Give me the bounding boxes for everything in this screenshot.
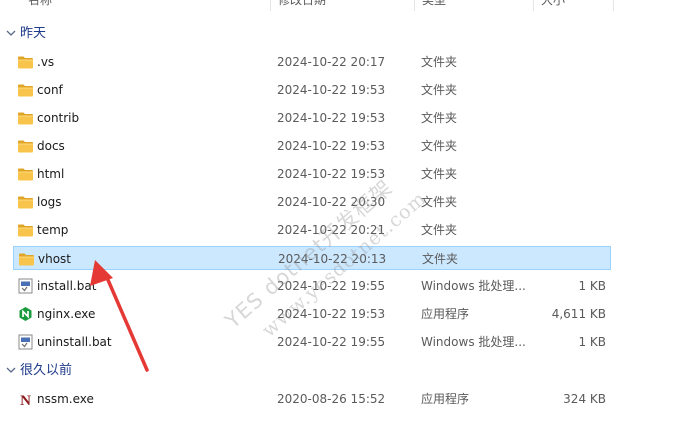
file-type: 文件夹	[421, 139, 458, 153]
file-name: contrib	[37, 111, 80, 125]
file-size: 1 KB	[578, 279, 606, 293]
file-type: Windows 批处理...	[421, 279, 526, 293]
file-row[interactable]: temp 2024-10-22 20:21 文件夹	[13, 218, 611, 242]
column-date-header[interactable]: 修改日期	[270, 0, 326, 9]
file-name: install.bat	[37, 279, 97, 293]
file-name: html	[37, 167, 65, 181]
file-row[interactable]: html 2024-10-22 19:53 文件夹	[13, 162, 611, 186]
batch-file-icon	[17, 278, 34, 294]
file-row[interactable]: logs 2024-10-22 20:30 文件夹	[13, 190, 611, 214]
file-name: vhost	[38, 252, 72, 266]
batch-file-icon	[17, 334, 34, 350]
column-divider[interactable]	[613, 0, 614, 11]
file-row[interactable]: install.bat 2024-10-22 19:55 Windows 批处理..…	[13, 274, 611, 298]
file-date-modified: 2024-10-22 20:13	[278, 252, 387, 266]
file-type: 文件夹	[421, 195, 458, 209]
folder-icon	[17, 222, 34, 238]
group-label: 很久以前	[20, 363, 73, 378]
folder-icon	[17, 138, 34, 154]
file-date-modified: 2024-10-22 19:55	[277, 335, 386, 349]
file-name: logs	[37, 195, 62, 209]
file-date-modified: 2024-10-22 20:17	[277, 55, 386, 69]
file-name: nginx.exe	[37, 307, 96, 321]
group-label: 昨天	[20, 26, 47, 41]
file-type: 文件夹	[421, 111, 458, 125]
file-type: 应用程序	[421, 392, 470, 406]
folder-icon	[17, 82, 34, 98]
file-date-modified: 2024-10-22 20:21	[277, 223, 386, 237]
file-type: 文件夹	[422, 252, 459, 266]
file-row[interactable]: contrib 2024-10-22 19:53 文件夹	[13, 106, 611, 130]
chevron-down-icon[interactable]	[5, 360, 17, 382]
file-row[interactable]: Nnssm.exe 2020-08-26 15:52 应用程序 324 KB	[13, 387, 611, 411]
file-name: temp	[37, 223, 69, 237]
folder-icon	[17, 110, 34, 126]
file-row[interactable]: .vs 2024-10-22 20:17 文件夹	[13, 50, 611, 74]
file-date-modified: 2024-10-22 19:53	[277, 167, 386, 181]
column-size-header[interactable]: 大小	[533, 0, 565, 9]
file-row[interactable]: docs 2024-10-22 19:53 文件夹	[13, 134, 611, 158]
file-row[interactable]: nginx.exe 2024-10-22 19:53 应用程序 4,611 KB	[13, 302, 611, 326]
file-row[interactable]: vhost 2024-10-22 20:13 文件夹	[13, 246, 611, 270]
group-header[interactable]: 很久以前	[0, 360, 600, 382]
column-name-header[interactable]: 名称	[20, 0, 52, 9]
file-name: uninstall.bat	[37, 335, 112, 349]
file-type: Windows 批处理...	[421, 335, 526, 349]
file-size: 1 KB	[578, 335, 606, 349]
nginx-app-icon	[17, 306, 34, 322]
file-type: 文件夹	[421, 83, 458, 97]
file-type: 文件夹	[421, 167, 458, 181]
file-date-modified: 2024-10-22 19:53	[277, 83, 386, 97]
file-date-modified: 2024-10-22 20:30	[277, 195, 386, 209]
folder-icon	[18, 251, 35, 267]
file-date-modified: 2024-10-22 19:55	[277, 279, 386, 293]
nssm-app-icon: N	[17, 391, 34, 409]
column-type-header[interactable]: 类型	[414, 0, 446, 9]
file-type: 文件夹	[421, 223, 458, 237]
file-date-modified: 2024-10-22 19:53	[277, 307, 386, 321]
file-size: 4,611 KB	[551, 307, 606, 321]
file-name: nssm.exe	[37, 392, 94, 406]
folder-icon	[17, 166, 34, 182]
file-name: conf	[37, 83, 63, 97]
group-header[interactable]: 昨天	[0, 23, 600, 45]
file-explorer-list: 名称 修改日期 类型 大小 昨天 .vs 2024-10-22 20:17 文件夹 co…	[0, 0, 677, 430]
column-header: 名称 修改日期 类型 大小	[0, 0, 677, 11]
file-row[interactable]: uninstall.bat 2024-10-22 19:55 Windows 批处理…	[13, 330, 611, 354]
file-row[interactable]: conf 2024-10-22 19:53 文件夹	[13, 78, 611, 102]
svg-text:N: N	[20, 393, 31, 407]
file-date-modified: 2024-10-22 19:53	[277, 139, 386, 153]
file-type: 应用程序	[421, 307, 470, 321]
folder-icon	[17, 194, 34, 210]
chevron-down-icon[interactable]	[5, 23, 17, 45]
file-date-modified: 2024-10-22 19:53	[277, 111, 386, 125]
folder-icon	[17, 54, 34, 70]
file-size: 324 KB	[563, 392, 606, 406]
file-type: 文件夹	[421, 55, 458, 69]
file-name: docs	[37, 139, 65, 153]
file-date-modified: 2020-08-26 15:52	[277, 392, 386, 406]
file-name: .vs	[37, 55, 55, 69]
